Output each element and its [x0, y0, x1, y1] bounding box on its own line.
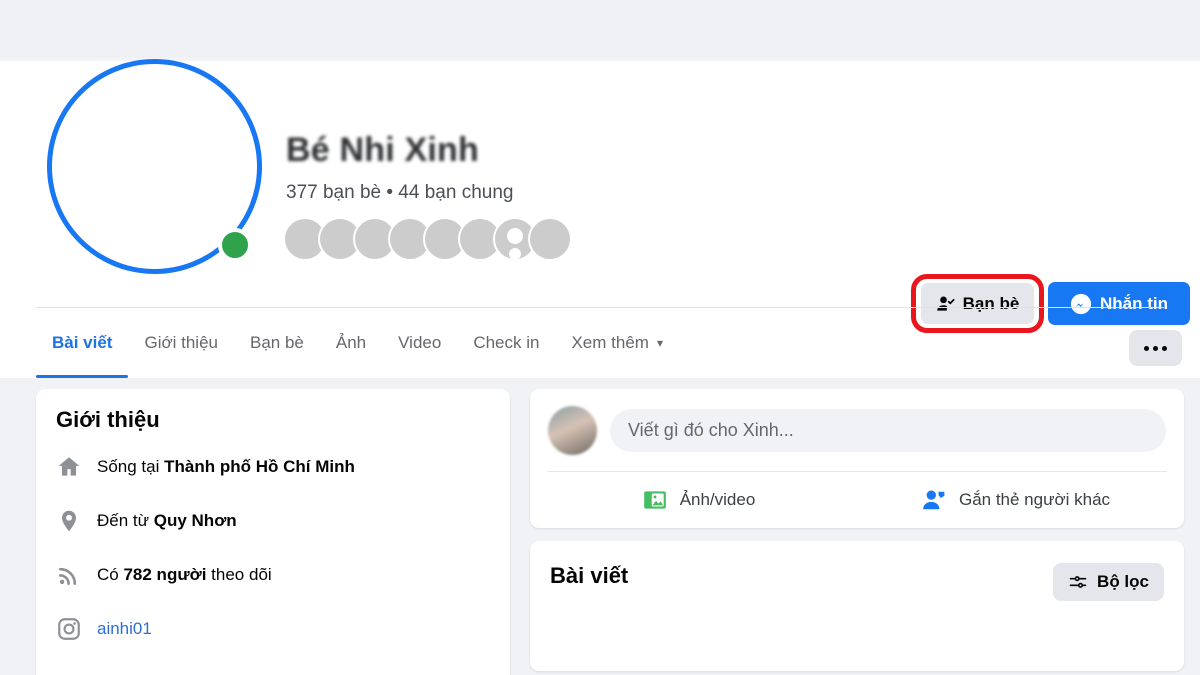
tab-posts[interactable]: Bài viết	[36, 308, 129, 378]
tab-more[interactable]: Xem thêm ▾	[555, 308, 679, 378]
intro-suffix: theo dõi	[206, 565, 272, 584]
online-status-dot	[218, 228, 252, 262]
tab-checkin[interactable]: Check in	[457, 308, 555, 378]
instagram-link[interactable]: ainhi01	[97, 619, 152, 639]
filter-button-label: Bộ lọc	[1097, 572, 1149, 591]
chevron-down-icon: ▾	[656, 336, 663, 350]
rss-icon	[59, 567, 77, 585]
tab-label: Ảnh	[335, 333, 367, 352]
photo-video-icon	[643, 491, 666, 509]
intro-card: Giới thiệu Sống tại Thành phố Hồ Chí Min…	[36, 389, 510, 675]
location-icon	[61, 510, 77, 532]
composer-actions: Ảnh/video Gắn thẻ người khác	[530, 472, 1184, 528]
post-composer-card: Viết gì đó cho Xinh... Ảnh/video Gắn thẻ…	[530, 389, 1184, 528]
intro-row-text: Sống tại Thành phố Hồ Chí Minh	[97, 457, 355, 477]
filter-button[interactable]: Bộ lọc	[1053, 563, 1164, 601]
tab-label: Bạn bè	[250, 333, 304, 352]
intro-row-followers: Có 782 người theo dõi	[56, 555, 490, 595]
tab-label: Xem thêm	[571, 333, 649, 352]
instagram-icon	[58, 618, 80, 640]
intro-prefix: Có	[97, 565, 124, 584]
facebook-profile-page: Bé Nhi Xinh 377 bạn bè • 44 bạn chung Bạ…	[0, 0, 1200, 675]
dot	[1162, 345, 1167, 351]
tab-label: Giới thiệu	[144, 333, 218, 352]
intro-row-lives-in: Sống tại Thành phố Hồ Chí Minh	[56, 447, 490, 487]
home-icon	[58, 457, 80, 476]
posts-title: Bài viết	[550, 563, 629, 588]
dot	[1144, 345, 1149, 351]
page-title: Bé Nhi Xinh	[286, 131, 479, 169]
tab-label: Bài viết	[52, 333, 113, 352]
photo-video-label: Ảnh/video	[679, 490, 756, 509]
intro-row-instagram[interactable]: ainhi01	[56, 609, 490, 649]
intro-row-text: Có 782 người theo dõi	[97, 565, 272, 585]
intro-prefix: Sống tại	[97, 457, 165, 476]
tab-friends[interactable]: Bạn bè	[234, 308, 320, 378]
post-input-placeholder: Viết gì đó cho Xinh...	[628, 420, 794, 440]
dot	[1153, 345, 1158, 351]
tab-photos[interactable]: Ảnh	[320, 308, 382, 378]
profile-avatar[interactable]	[47, 59, 262, 274]
posts-card: Bài viết Bộ lọc	[530, 541, 1184, 671]
tag-person-icon	[923, 490, 945, 510]
cover-photo-strip	[0, 0, 1200, 58]
profile-tabs: Bài viết Giới thiệu Bạn bè Ảnh Video Che…	[36, 308, 1164, 378]
intro-row-from: Đến từ Quy Nhơn	[56, 501, 490, 541]
tab-label: Video	[398, 333, 442, 352]
intro-value: 782 người	[123, 565, 207, 584]
intro-value: Quy Nhơn	[153, 511, 237, 530]
friends-count-text: 377 bạn bè • 44 bạn chung	[286, 182, 514, 203]
tag-people-button[interactable]: Gắn thẻ người khác	[857, 472, 1174, 528]
sliders-icon	[1069, 576, 1087, 588]
intro-prefix: Đến từ	[97, 511, 154, 530]
intro-title: Giới thiệu	[56, 407, 160, 432]
tab-label: Check in	[473, 333, 540, 352]
more-options-button[interactable]	[1129, 330, 1182, 366]
avatar[interactable]	[548, 406, 597, 455]
tag-people-label: Gắn thẻ người khác	[958, 490, 1111, 509]
intro-row-text: Đến từ Quy Nhơn	[97, 511, 237, 531]
composer-top: Viết gì đó cho Xinh...	[530, 389, 1184, 455]
profile-header: Bé Nhi Xinh 377 bạn bè • 44 bạn chung Bạ…	[0, 59, 1200, 333]
tab-about[interactable]: Giới thiệu	[128, 308, 234, 378]
avatar[interactable]	[528, 217, 572, 261]
profile-body: Giới thiệu Sống tại Thành phố Hồ Chí Min…	[0, 378, 1200, 675]
tab-videos[interactable]: Video	[382, 308, 457, 378]
photo-video-button[interactable]: Ảnh/video	[540, 472, 857, 528]
intro-value: Thành phố Hồ Chí Minh	[164, 457, 355, 476]
post-input[interactable]: Viết gì đó cho Xinh...	[610, 409, 1166, 452]
